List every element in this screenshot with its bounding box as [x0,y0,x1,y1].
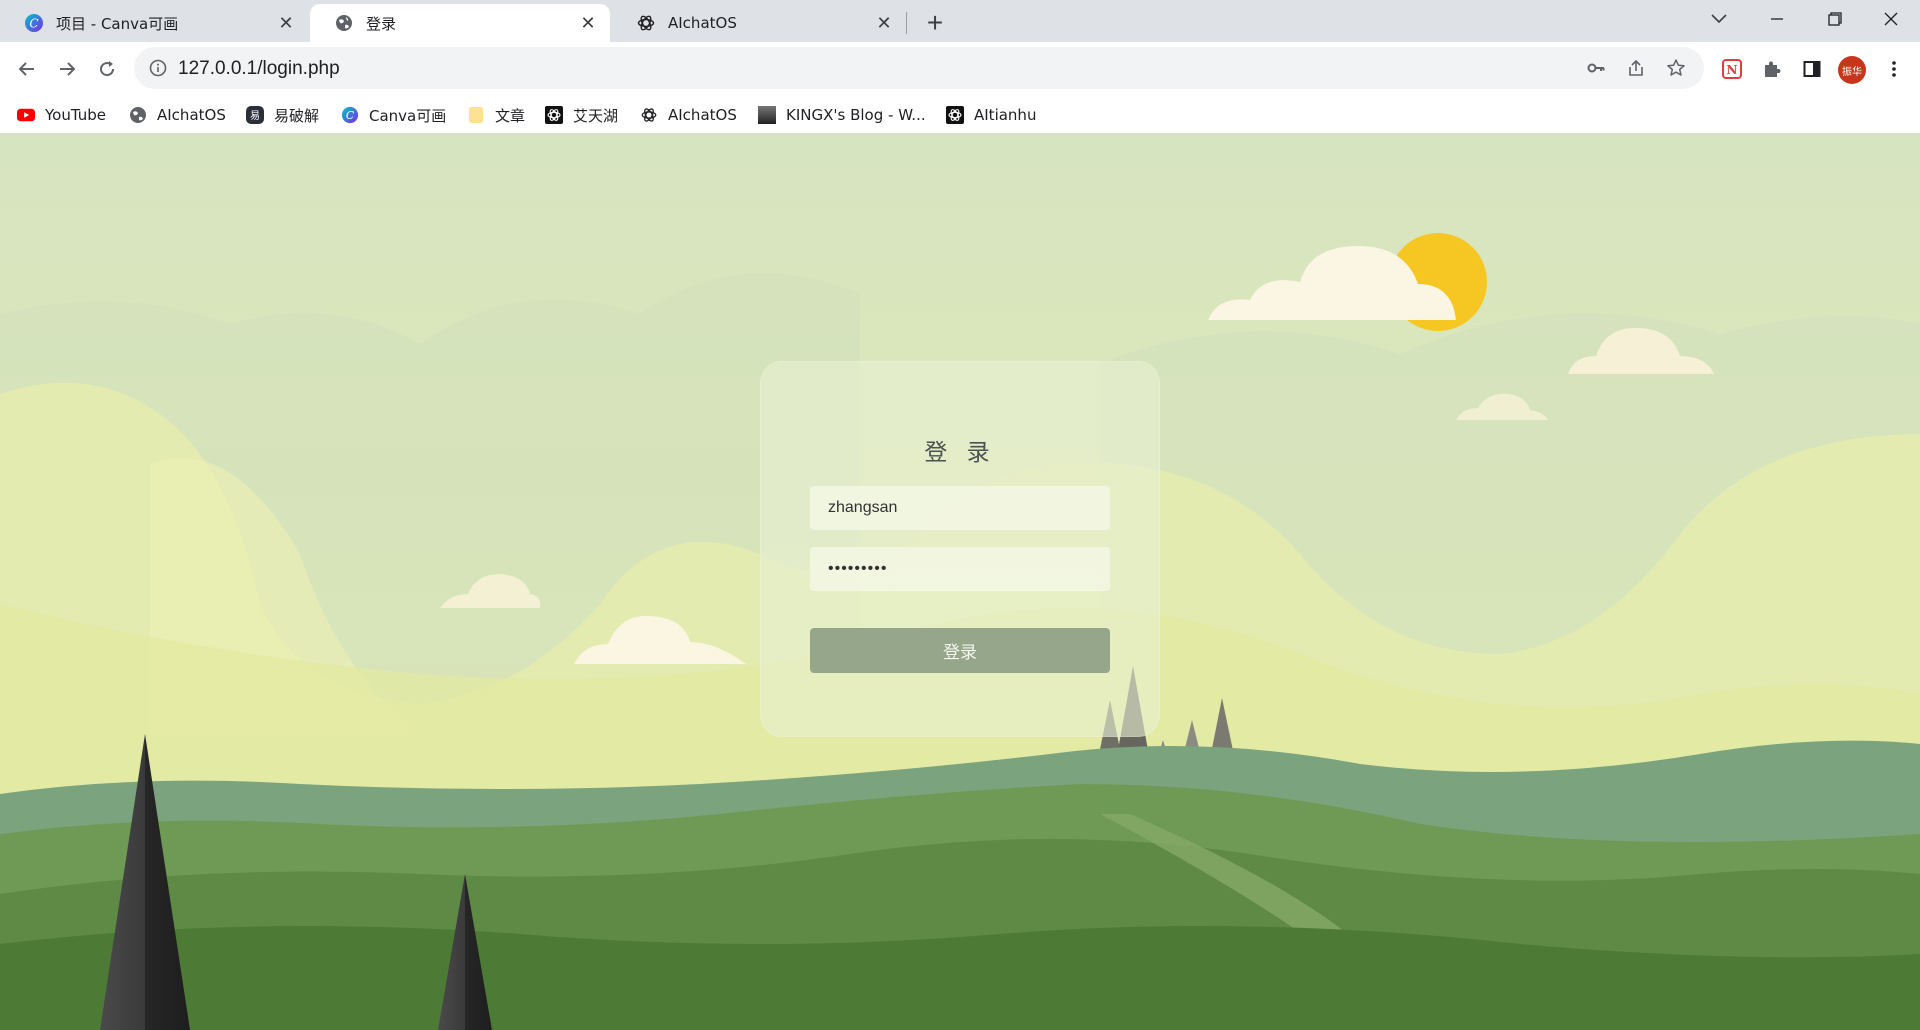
chevron-down-icon [1711,14,1727,24]
canva-icon: C [341,106,359,124]
openai-icon [636,13,656,33]
bookmark-label: 艾天湖 [573,106,619,125]
bookmark-aichatos[interactable]: AIchatOS [129,102,226,128]
svg-text:易: 易 [250,110,260,122]
folder-icon [467,106,485,124]
bookmark-yipojie[interactable]: 易 易破解 [246,102,319,128]
bookmark-aitianhu-cn[interactable]: 艾天湖 [545,102,618,128]
close-tab-icon[interactable]: ✕ [578,13,598,33]
username-input[interactable] [810,486,1110,530]
back-button[interactable] [9,51,45,87]
login-title: 登 录 [924,440,996,466]
login-button[interactable]: 登录 [810,628,1110,673]
bookmark-label: 易破解 [274,106,320,125]
forward-arrow-icon [60,62,76,76]
tab-separator [906,12,907,34]
password-key-icon[interactable] [1582,54,1610,82]
svg-text:N: N [1727,63,1738,77]
site-info-icon[interactable] [148,58,168,78]
address-bar[interactable]: 127.0.0.1/login.php [134,47,1704,89]
canva-icon: C [24,13,44,33]
close-tab-icon[interactable]: ✕ [874,13,894,33]
browser-toolbar: 127.0.0.1/login.php N 振华 [0,42,1920,96]
url-text[interactable]: 127.0.0.1/login.php [178,58,340,80]
bookmark-label: YouTube [45,106,106,124]
blog-icon [758,106,776,124]
restore-button[interactable] [1806,0,1864,38]
tab-strip: C 项目 - Canva可画 ✕ 登录 ✕ AIchatOS ✕ + [0,0,1920,42]
close-window-button[interactable] [1862,0,1920,38]
globe-icon [129,106,147,124]
side-panel-icon[interactable] [1796,53,1828,85]
tab-title: AIchatOS [668,14,737,32]
reload-button[interactable] [89,51,125,87]
bookmark-aitianhu[interactable]: AItianhu [946,102,1036,128]
svg-text:C: C [346,109,355,122]
notion-extension-icon[interactable]: N [1716,53,1748,85]
bookmark-star-icon[interactable] [1662,54,1690,82]
openai-icon [946,106,964,124]
bookmark-label: 文章 [495,106,526,125]
openai-icon [545,106,563,124]
bookmark-folder-wenzhang[interactable]: 文章 [467,102,525,128]
menu-kebab-icon[interactable] [1878,53,1910,85]
tab-aichatos[interactable]: AIchatOS ✕ [612,4,906,42]
minimize-button[interactable] [1748,0,1806,38]
forward-button[interactable] [49,51,85,87]
openai-icon [640,106,658,124]
tab-search-button[interactable] [1690,0,1748,38]
reload-icon [100,61,115,77]
close-tab-icon[interactable]: ✕ [276,13,296,33]
youtube-icon [17,106,35,124]
bookmark-label: AItianhu [974,106,1037,124]
tab-title: 项目 - Canva可画 [56,14,179,33]
tab-canva[interactable]: C 项目 - Canva可画 ✕ [0,4,308,42]
password-input[interactable] [810,547,1110,591]
close-icon [1884,12,1898,26]
bookmark-aichatos-2[interactable]: AIchatOS [640,102,737,128]
tab-title: 登录 [366,14,397,33]
bookmark-label: Canva可画 [369,106,447,125]
extensions-puzzle-icon[interactable] [1756,53,1788,85]
bookmarks-bar: YouTube AIchatOS 易 易破解 C Canva可画 文章 艾天湖 … [0,96,1920,134]
yipojie-icon: 易 [246,106,264,124]
bookmark-canva[interactable]: C Canva可画 [341,102,446,128]
bookmark-label: KINGX's Blog - W... [786,106,926,124]
profile-avatar[interactable]: 振华 [1838,56,1866,84]
svg-text:C: C [29,17,38,31]
login-card: 登 录 登录 [760,361,1160,737]
bookmark-youtube[interactable]: YouTube [17,102,106,128]
bookmark-label: AIchatOS [668,106,737,124]
globe-icon [334,13,354,33]
share-icon[interactable] [1622,54,1650,82]
bookmark-label: AIchatOS [157,106,226,124]
back-arrow-icon [18,62,34,76]
page-viewport: 登 录 登录 [0,134,1920,1030]
tab-login[interactable]: 登录 ✕ [310,4,610,42]
new-tab-button[interactable]: + [918,6,952,40]
bookmark-kingx-blog[interactable]: KINGX's Blog - W... [758,102,926,128]
minimize-icon [1771,18,1783,20]
restore-icon [1828,12,1842,26]
